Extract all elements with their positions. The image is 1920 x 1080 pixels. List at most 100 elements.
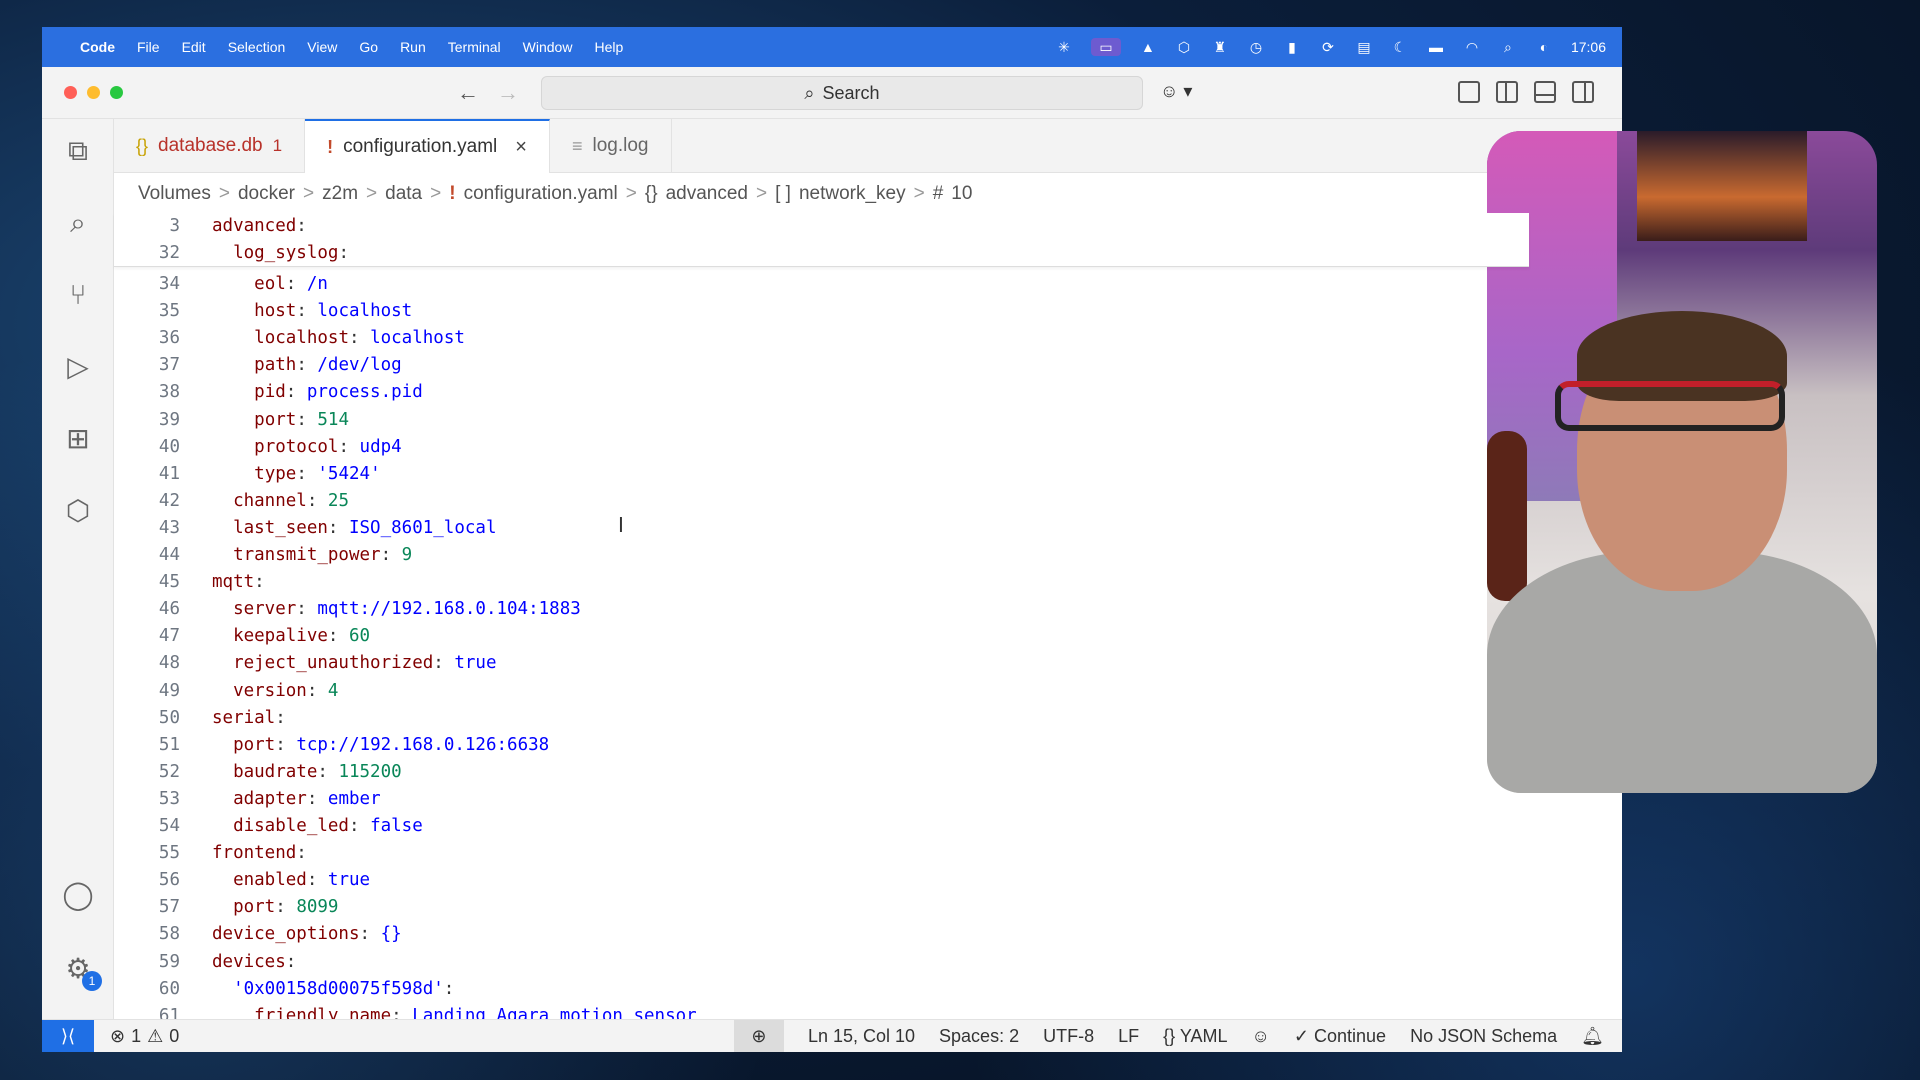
zoom-icon[interactable]: ⊕ <box>733 1019 784 1052</box>
line-number: 54 <box>158 816 180 836</box>
code-line[interactable]: 40 protocol: udp4 <box>114 434 402 461</box>
menu-app[interactable]: Code <box>80 39 115 55</box>
control-center-icon[interactable]: ◐ <box>1535 38 1553 56</box>
json-schema-status[interactable]: No JSON Schema <box>1410 1026 1557 1047</box>
toggle-secondary-sidebar-icon[interactable] <box>1572 81 1594 103</box>
wifi-icon[interactable]: ◠ <box>1463 38 1481 56</box>
code-line[interactable]: 42 channel: 25 <box>114 488 349 515</box>
code-line[interactable]: 59 devices: <box>114 949 296 976</box>
customize-layout-icon[interactable] <box>1458 81 1480 103</box>
code-line[interactable]: 56 enabled: true <box>114 867 370 894</box>
figure-icon[interactable]: ♜ <box>1211 38 1229 56</box>
code-line[interactable]: 37 path: /dev/log <box>114 352 402 379</box>
code-line[interactable]: 55 frontend: <box>114 840 307 867</box>
code-line[interactable]: 50 serial: <box>114 705 286 732</box>
sparkle-icon[interactable]: ✳ <box>1055 38 1073 56</box>
code-line[interactable]: 39 port: 514 <box>114 407 349 434</box>
code-line[interactable]: 51 port: tcp://192.168.0.126:6638 <box>114 732 549 759</box>
cube-icon[interactable]: ⬡ <box>1175 38 1193 56</box>
menu-go[interactable]: Go <box>359 39 378 55</box>
menu-run[interactable]: Run <box>400 39 426 55</box>
forward-arrow-icon[interactable]: → <box>494 79 522 107</box>
code-line[interactable]: 45 mqtt: <box>114 569 265 596</box>
breadcrumb-item[interactable]: data <box>385 183 422 205</box>
usb-icon[interactable]: ▮ <box>1283 38 1301 56</box>
minimize-window-button[interactable] <box>87 86 100 99</box>
menu-window[interactable]: Window <box>523 39 573 55</box>
code-line[interactable]: 38 pid: process.pid <box>114 379 423 406</box>
search-sidebar-icon[interactable]: ⌕ <box>60 205 96 241</box>
close-window-button[interactable] <box>64 86 77 99</box>
source-control-icon[interactable]: ⑂ <box>60 277 96 313</box>
code-editor[interactable]: I 3 advanced: 32 log_syslog: 34 eol: /n 35 h… <box>114 213 1529 1026</box>
back-arrow-icon[interactable]: ← <box>454 79 482 107</box>
sync-icon[interactable]: ⟳ <box>1319 38 1337 56</box>
breadcrumb-item[interactable]: Volumes <box>138 183 211 205</box>
timer-icon[interactable]: ◷ <box>1247 38 1265 56</box>
menu-file[interactable]: File <box>137 39 160 55</box>
code-line[interactable]: 34 eol: /n <box>114 271 328 298</box>
copilot-status-icon[interactable]: ☺ <box>1252 1026 1270 1047</box>
code-line[interactable]: 3 advanced: <box>114 213 306 240</box>
encoding[interactable]: UTF-8 <box>1043 1026 1094 1047</box>
zoom-window-button[interactable] <box>110 86 123 99</box>
code-line[interactable]: 46 server: mqtt://192.168.0.104:1883 <box>114 596 581 623</box>
breadcrumb-item[interactable]: docker <box>238 183 295 205</box>
moon-icon[interactable]: ☾ <box>1391 38 1409 56</box>
code-line[interactable]: 52 baudrate: 115200 <box>114 759 402 786</box>
extensions-icon[interactable]: ⊞ <box>60 421 96 457</box>
run-debug-icon[interactable]: ▷ <box>60 349 96 385</box>
breadcrumb-symbol[interactable]: network_key <box>799 183 906 205</box>
menu-help[interactable]: Help <box>594 39 623 55</box>
breadcrumb-file[interactable]: configuration.yaml <box>464 183 618 205</box>
code-line[interactable]: 36 localhost: localhost <box>114 325 465 352</box>
code-line[interactable]: 58 device_options: {} <box>114 921 402 948</box>
explorer-icon[interactable]: ⧉ <box>60 133 96 169</box>
toggle-primary-sidebar-icon[interactable] <box>1496 81 1518 103</box>
bell-icon[interactable]: 🔔︎ <box>1581 1026 1604 1047</box>
command-center-search[interactable]: ⌕ Search <box>541 76 1143 110</box>
continue-status[interactable]: ✓ Continue <box>1294 1026 1386 1047</box>
tab-configuration-yaml[interactable]: ! configuration.yaml × <box>305 119 550 173</box>
language-mode[interactable]: {} YAML <box>1163 1026 1227 1047</box>
code-line[interactable]: 44 transmit_power: 9 <box>114 542 412 569</box>
cursor-position[interactable]: Ln 15, Col 10 <box>808 1026 915 1047</box>
code-line[interactable]: 53 adapter: ember <box>114 786 381 813</box>
notes-icon[interactable]: ▤ <box>1355 38 1373 56</box>
breadcrumb-symbol[interactable]: advanced <box>666 183 748 205</box>
code-line[interactable]: 35 host: localhost <box>114 298 412 325</box>
tab-database-db[interactable]: {} database.db 1 <box>114 119 306 173</box>
battery-icon[interactable]: ▬ <box>1427 38 1445 56</box>
code-line[interactable]: 48 reject_unauthorized: true <box>114 650 497 677</box>
breadcrumb-symbol[interactable]: 10 <box>951 183 972 205</box>
code-line[interactable]: 47 keepalive: 60 <box>114 623 370 650</box>
code-line[interactable]: 60 '0x00158d00075f598d': <box>114 976 454 1003</box>
remote-explorer-icon[interactable]: ⬡ <box>60 493 96 529</box>
menubar-clock[interactable]: 17:06 <box>1571 39 1606 55</box>
copilot-icon[interactable]: ☺ ▾ <box>1160 81 1192 102</box>
problems-indicator[interactable]: ⊗ 1 ⚠ 0 <box>110 1026 179 1047</box>
accounts-icon[interactable]: ◯ <box>60 877 96 913</box>
spotlight-icon[interactable]: ⌕ <box>1499 38 1517 56</box>
menu-selection[interactable]: Selection <box>228 39 286 55</box>
code-line[interactable]: 57 port: 8099 <box>114 894 339 921</box>
indentation[interactable]: Spaces: 2 <box>939 1026 1019 1047</box>
remote-indicator-icon[interactable]: ⟩⟨ <box>42 1019 94 1052</box>
menu-view[interactable]: View <box>307 39 337 55</box>
screen-share-icon[interactable]: ▭ <box>1090 38 1121 56</box>
end-of-line[interactable]: LF <box>1118 1026 1139 1047</box>
menu-terminal[interactable]: Terminal <box>448 39 501 55</box>
close-tab-icon[interactable]: × <box>515 136 527 159</box>
breadcrumb-item[interactable]: z2m <box>322 183 358 205</box>
code-line[interactable]: 54 disable_led: false <box>114 813 423 840</box>
menu-edit[interactable]: Edit <box>182 39 206 55</box>
code-line[interactable]: 41 type: '5424' <box>114 461 381 488</box>
yaml-key: version <box>233 680 307 701</box>
code-line[interactable]: 49 version: 4 <box>114 678 339 705</box>
app-store-icon[interactable]: ▲ <box>1139 38 1157 56</box>
settings-gear-icon[interactable]: ⚙ 1 <box>60 951 102 991</box>
code-line[interactable]: 32 log_syslog: <box>114 240 349 267</box>
tab-log-log[interactable]: ≡ log.log <box>550 119 672 173</box>
toggle-panel-icon[interactable] <box>1534 81 1556 103</box>
code-line[interactable]: 43 last_seen: ISO_8601_local <box>114 515 497 542</box>
